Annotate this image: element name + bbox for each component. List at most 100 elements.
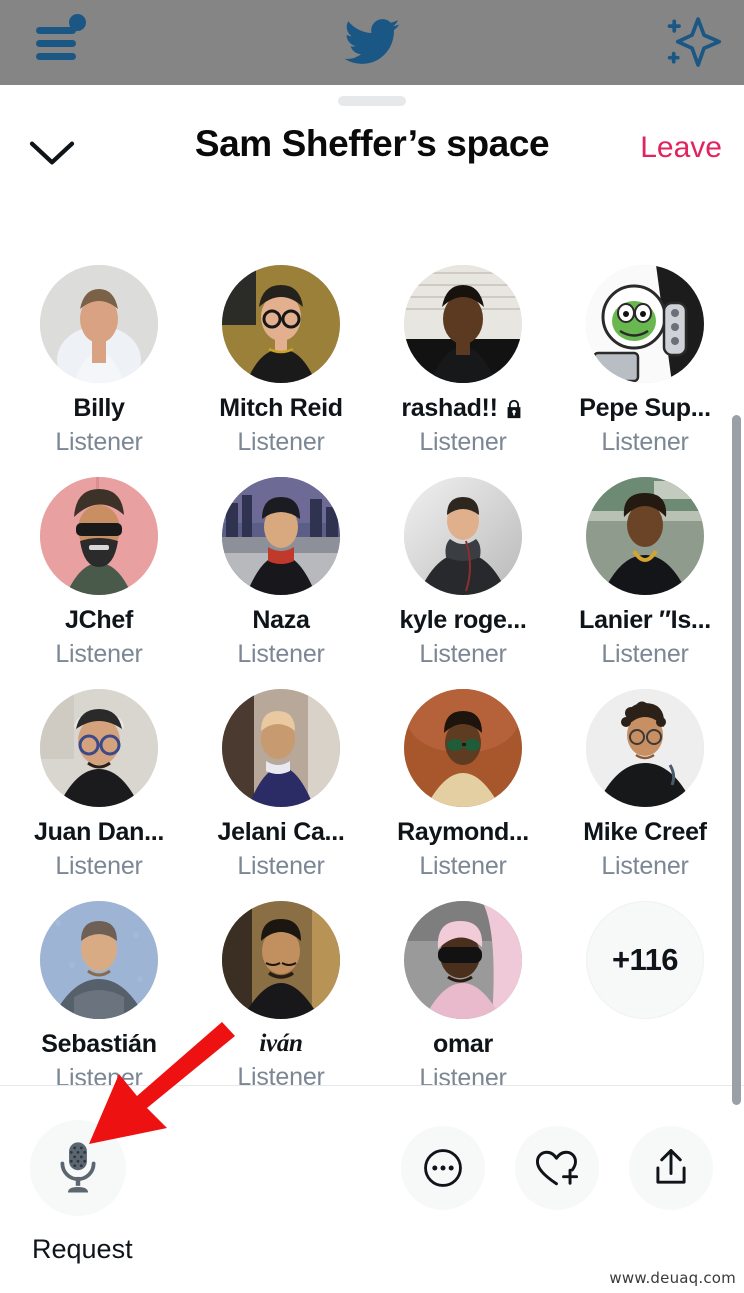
participant-role: Listener xyxy=(55,852,143,880)
participant-name-row: Jelani Ca... xyxy=(217,818,344,847)
participant-card[interactable]: Raymond... Listener xyxy=(372,689,554,901)
participant-name: Raymond... xyxy=(397,818,529,846)
participant-card[interactable]: Sebastián Listener xyxy=(8,901,190,1113)
participant-card[interactable]: JChef Listener xyxy=(8,477,190,689)
avatar-wrapper xyxy=(404,265,522,383)
participant-role: Listener xyxy=(601,640,689,668)
avatar xyxy=(222,689,340,807)
avatar xyxy=(404,901,522,1019)
participant-card[interactable]: Mike Creef Listener xyxy=(554,689,736,901)
avatar xyxy=(586,689,704,807)
participant-role: Listener xyxy=(55,640,143,668)
participant-name-row: rashad!! xyxy=(401,394,524,423)
drag-handle[interactable] xyxy=(338,96,406,106)
participant-card[interactable]: Billy Listener xyxy=(8,265,190,477)
participant-name: Sebastián xyxy=(41,1030,157,1058)
avatar xyxy=(40,477,158,595)
more-options-button[interactable] xyxy=(401,1126,485,1210)
participant-role: Listener xyxy=(601,852,689,880)
participant-card[interactable]: rashad!! Listener xyxy=(372,265,554,477)
participant-role: Listener xyxy=(237,428,325,456)
protected-lock-icon xyxy=(503,398,525,420)
participant-role: Listener xyxy=(419,852,507,880)
participant-card[interactable]: Naza Listener xyxy=(190,477,372,689)
participant-name-row: Mitch Reid xyxy=(219,394,343,423)
participant-name-row: JChef xyxy=(65,606,133,635)
avatar-wrapper xyxy=(40,265,158,383)
avatar xyxy=(404,265,522,383)
hamburger-line xyxy=(36,53,76,60)
avatar-wrapper xyxy=(404,477,522,595)
avatar-wrapper xyxy=(40,689,158,807)
app-top-bar xyxy=(0,0,744,85)
avatar xyxy=(40,689,158,807)
space-action-toolbar: Request xyxy=(0,1086,744,1293)
participant-name-row: Mike Creef xyxy=(583,818,707,847)
avatar-wrapper xyxy=(222,265,340,383)
avatar-wrapper: +116 xyxy=(586,901,704,1019)
participant-card[interactable]: Lanier ″Is... Listener xyxy=(554,477,736,689)
participant-role: Listener xyxy=(601,428,689,456)
participant-name: omar xyxy=(433,1030,493,1058)
share-button[interactable] xyxy=(629,1126,713,1210)
hamburger-line xyxy=(36,40,76,47)
avatar-wrapper xyxy=(586,689,704,807)
scrollbar-thumb[interactable] xyxy=(732,415,741,1105)
request-label: Request xyxy=(32,1234,133,1264)
avatar-wrapper xyxy=(404,901,522,1019)
participant-name: Naza xyxy=(252,606,310,634)
participant-card[interactable]: Pepe Sup... Listener xyxy=(554,265,736,477)
participant-name-row: Billy xyxy=(73,394,125,423)
participant-name: Mike Creef xyxy=(583,818,707,846)
avatar-wrapper xyxy=(222,901,340,1019)
participant-name-row: Lanier ″Is... xyxy=(579,606,711,635)
avatar xyxy=(586,477,704,595)
avatar-wrapper xyxy=(586,265,704,383)
participant-role: Listener xyxy=(419,640,507,668)
participant-name-row: Juan Dan... xyxy=(34,818,164,847)
participant-card[interactable]: kyle roge... Listener xyxy=(372,477,554,689)
participant-role: Listener xyxy=(419,428,507,456)
participant-card[interactable]: Mitch Reid Listener xyxy=(190,265,372,477)
participant-name-row: Naza xyxy=(252,606,309,635)
space-bottom-sheet: Sam Sheffer’s space Leave Billy Listener … xyxy=(0,85,744,1293)
avatar xyxy=(586,265,704,383)
participant-name: Mitch Reid xyxy=(219,394,343,422)
leave-button[interactable]: Leave xyxy=(640,131,722,165)
twitter-spaces-screen: Sam Sheffer’s space Leave Billy Listener … xyxy=(0,0,744,1293)
avatar-wrapper xyxy=(40,477,158,595)
sheet-header: Sam Sheffer’s space Leave xyxy=(0,115,744,183)
overflow-count: +116 xyxy=(586,901,704,1019)
avatar xyxy=(222,265,340,383)
participant-name: kyle roge... xyxy=(399,606,527,634)
participant-name-row: Sebastián xyxy=(41,1030,157,1059)
avatar xyxy=(222,901,340,1019)
participant-card[interactable]: iván Listener xyxy=(190,901,372,1113)
participant-role: Listener xyxy=(55,428,143,456)
hamburger-line xyxy=(36,27,76,34)
avatar xyxy=(404,477,522,595)
participant-name-row: kyle roge... xyxy=(399,606,526,635)
participant-name: JChef xyxy=(65,606,133,634)
twitter-bird-logo xyxy=(341,14,403,69)
avatar-wrapper xyxy=(404,689,522,807)
overflow-participants-card[interactable]: +116 xyxy=(554,901,736,1113)
avatar-wrapper xyxy=(222,689,340,807)
participant-role: Listener xyxy=(237,852,325,880)
request-mic-button[interactable] xyxy=(30,1120,126,1216)
avatar xyxy=(404,689,522,807)
participant-card[interactable]: Juan Dan... Listener xyxy=(8,689,190,901)
participant-name: Jelani Ca... xyxy=(217,818,345,846)
watermark-text: www.deuaq.com xyxy=(609,1269,736,1287)
scrollbar[interactable] xyxy=(732,415,741,1105)
participant-name: iván xyxy=(259,1030,303,1057)
participant-role: Listener xyxy=(237,640,325,668)
add-reaction-button[interactable] xyxy=(515,1126,599,1210)
participants-grid: Billy Listener Mitch Reid Listener rashad!… xyxy=(0,265,744,1165)
hamburger-menu-icon[interactable] xyxy=(36,14,86,64)
participant-name-row: Raymond... xyxy=(397,818,529,847)
participant-card[interactable]: Jelani Ca... Listener xyxy=(190,689,372,901)
avatar-wrapper xyxy=(40,901,158,1019)
participant-card[interactable]: omar Listener xyxy=(372,901,554,1113)
sparkle-highlights-icon[interactable] xyxy=(660,12,722,72)
